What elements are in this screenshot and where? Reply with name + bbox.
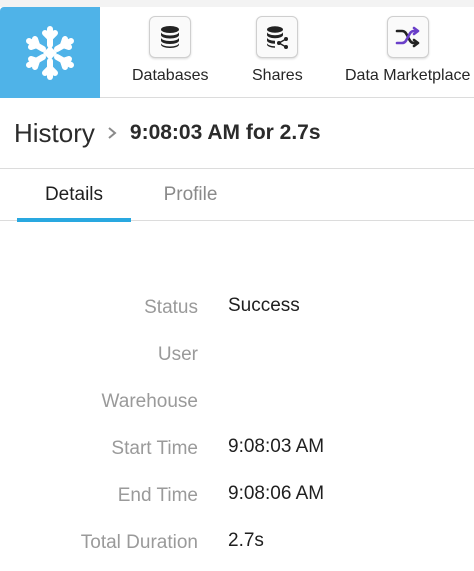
status-label: Status: [144, 297, 198, 318]
nav-label-databases: Databases: [132, 67, 209, 84]
page-title: 9:08:03 AM for 2.7s: [129, 121, 321, 144]
page: Databases Shares Data Marketplace Histor…: [0, 0, 474, 571]
chevron-right-icon: [108, 127, 117, 139]
total-duration-value: 2.7s: [228, 530, 264, 551]
breadcrumb-history-link[interactable]: History: [14, 118, 95, 149]
warehouse-label: Warehouse: [101, 391, 198, 412]
detail-row-user: User: [0, 332, 474, 379]
tab-details[interactable]: Details: [17, 169, 131, 222]
total-duration-label: Total Duration: [80, 532, 198, 553]
detail-row-end-time: End Time 9:08:06 AM: [0, 473, 474, 520]
detail-row-start-time: Start Time 9:08:03 AM: [0, 426, 474, 473]
nav-label-data-marketplace: Data Marketplace: [345, 67, 471, 84]
shuffle-icon: [386, 16, 429, 58]
detail-row-status: Status Success: [0, 285, 474, 332]
status-value: Success: [228, 295, 300, 316]
nav-item-data-marketplace[interactable]: Data Marketplace: [345, 16, 470, 90]
query-details: Status Success User Warehouse Start Time…: [0, 285, 474, 567]
user-label: User: [157, 344, 198, 365]
nav-item-shares[interactable]: Shares: [252, 16, 303, 90]
nav-label-shares: Shares: [252, 67, 303, 84]
end-time-label: End Time: [117, 485, 198, 506]
share-database-icon: [256, 16, 299, 58]
end-time-value: 9:08:06 AM: [228, 483, 325, 504]
snowflake-logo[interactable]: [0, 7, 100, 98]
start-time-value: 9:08:03 AM: [228, 436, 325, 457]
top-navigation: Databases Shares Data Marketplace: [0, 0, 474, 98]
start-time-label: Start Time: [111, 438, 198, 459]
snowflake-icon: [26, 25, 74, 80]
database-icon: [149, 16, 192, 58]
tab-profile[interactable]: Profile: [143, 169, 238, 221]
detail-row-warehouse: Warehouse: [0, 379, 474, 426]
breadcrumb: History 9:08:03 AM for 2.7s: [0, 98, 474, 169]
tab-bar: Details Profile: [0, 169, 474, 222]
nav-item-databases[interactable]: Databases: [132, 16, 209, 90]
nav-top-strip: [0, 0, 474, 7]
detail-row-total-duration: Total Duration 2.7s: [0, 520, 474, 567]
